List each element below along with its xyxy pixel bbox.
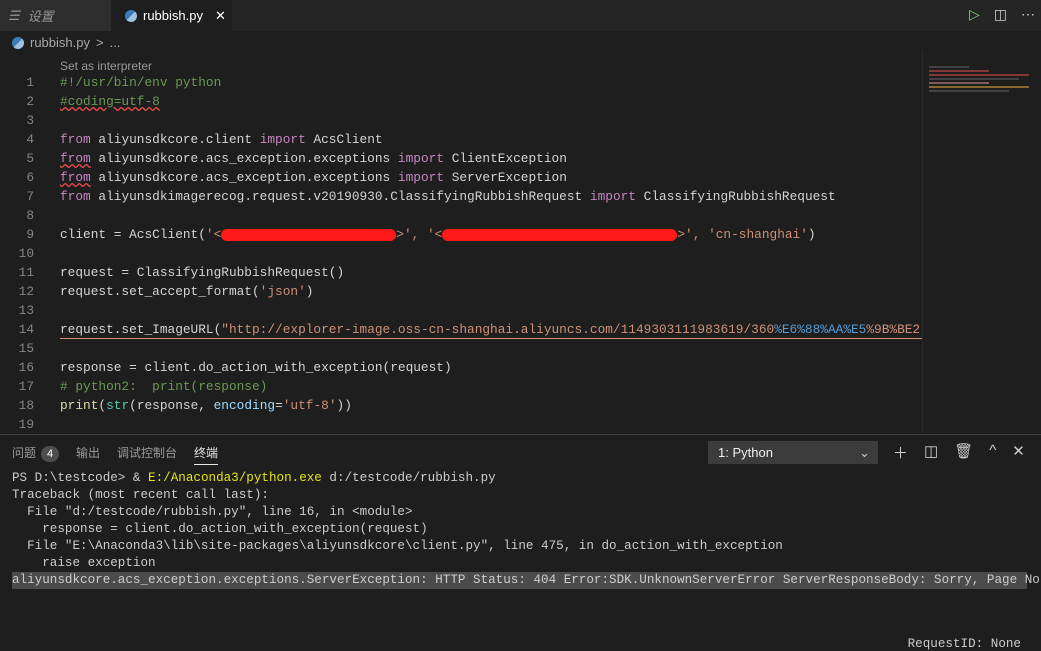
- code-editor[interactable]: 1 #!/usr/bin/env python 2 #coding=utf-8 3 …: [0, 73, 922, 434]
- tab-output[interactable]: 输出: [76, 444, 100, 465]
- problems-count-badge: 4: [41, 446, 60, 462]
- trash-icon[interactable]: 🗑: [954, 442, 973, 463]
- close-icon[interactable]: ✕: [215, 8, 226, 24]
- breadcrumb: rubbish.py >...: [12, 35, 120, 50]
- python-icon: [125, 9, 137, 22]
- close-panel-icon[interactable]: ✕: [1012, 442, 1025, 463]
- bottom-panel: 问题 4 输出 调试控制台 终端 1: Python ⌄ ＋ ◫ 🗑 ^ ✕ PS D:\t…: [0, 434, 1041, 651]
- tab-debug-console[interactable]: 调试控制台: [117, 444, 177, 465]
- new-terminal-icon[interactable]: ＋: [893, 442, 908, 463]
- minimap[interactable]: [922, 50, 1041, 433]
- maximize-panel-icon[interactable]: ^: [989, 442, 996, 463]
- terminal-output[interactable]: PS D:\testcode> & E:/Anaconda3/python.ex…: [12, 470, 1041, 589]
- tab-bar: ☰ 设置 rubbish.py ✕ ▷ ◫ ⋯: [0, 0, 1041, 31]
- tab-problems[interactable]: 问题 4: [12, 444, 60, 465]
- chevron-down-icon: ⌄: [859, 445, 870, 460]
- tab-settings[interactable]: ☰ 设置: [0, 0, 111, 31]
- split-terminal-icon[interactable]: ◫: [924, 442, 938, 463]
- settings-list-icon: ☰: [8, 7, 20, 23]
- python-icon: [12, 36, 24, 49]
- run-icon[interactable]: ▷: [969, 6, 980, 23]
- tab-rubbish-py[interactable]: rubbish.py ✕: [111, 0, 232, 31]
- tab-terminal[interactable]: 终端: [194, 444, 219, 465]
- redaction-mark: [442, 228, 678, 241]
- codelens-set-interpreter[interactable]: Set as interpreter: [60, 59, 152, 73]
- split-editor-icon[interactable]: ◫: [994, 6, 1007, 23]
- redaction-mark: [221, 228, 397, 241]
- selected-error-line: aliyunsdkcore.acs_exception.exceptions.S…: [12, 572, 1041, 589]
- terminal-select[interactable]: 1: Python ⌄: [708, 441, 878, 464]
- more-icon[interactable]: ⋯: [1021, 6, 1035, 23]
- request-id: RequestID: None: [907, 637, 1021, 651]
